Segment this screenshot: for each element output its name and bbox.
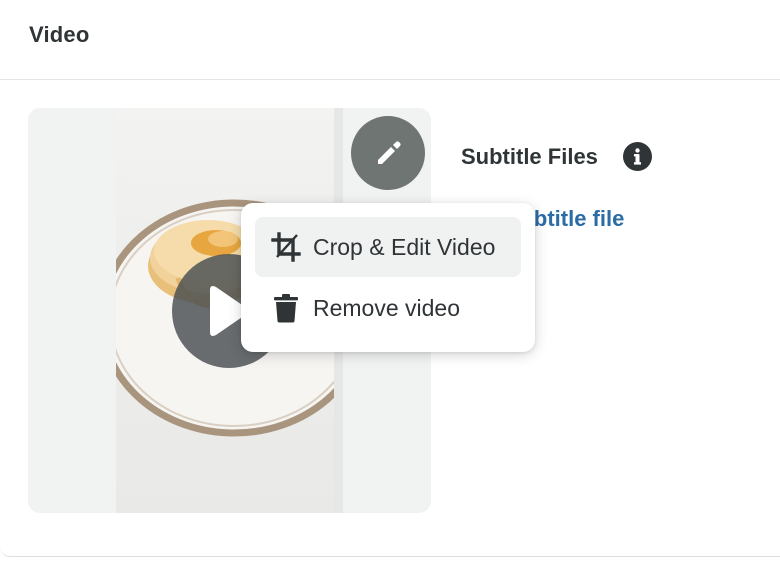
menu-item-label: Crop & Edit Video <box>313 233 496 260</box>
menu-item-label: Remove video <box>313 294 461 321</box>
section-title: Video <box>29 22 90 47</box>
trash-icon <box>265 288 307 328</box>
info-icon[interactable] <box>623 142 652 171</box>
pencil-icon <box>378 141 401 164</box>
menu-item-remove-video[interactable]: Remove video <box>255 278 521 338</box>
subtitle-files-title: Subtitle Files <box>461 144 598 169</box>
video-options-menu: Crop & Edit Video Remove video <box>241 203 535 352</box>
crop-icon <box>265 227 307 267</box>
menu-item-crop-edit[interactable]: Crop & Edit Video <box>255 217 521 277</box>
info-glyph <box>634 148 641 165</box>
video-panel: Video Subtitle Files subtitle file Crop … <box>0 0 780 557</box>
panel-header: Video <box>0 0 780 80</box>
edit-video-button[interactable] <box>351 116 425 190</box>
